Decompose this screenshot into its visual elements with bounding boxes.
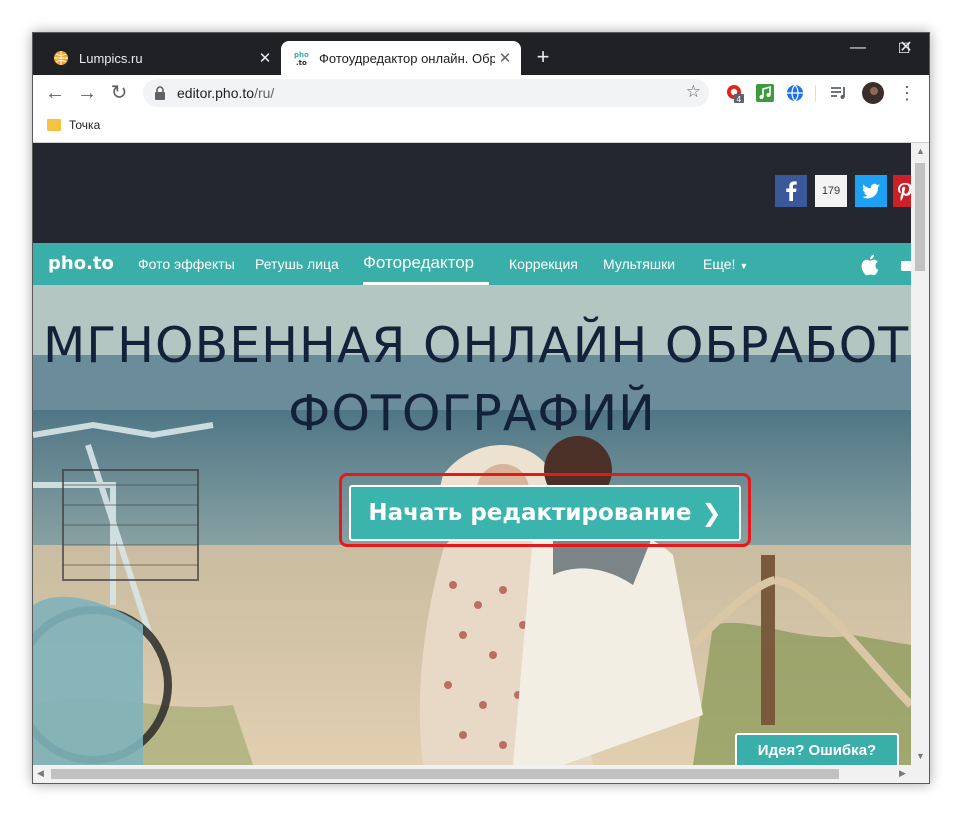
close-tab-icon[interactable]: ✕ bbox=[495, 49, 515, 67]
url-host: editor.pho.to bbox=[177, 85, 255, 101]
horizontal-scrollbar[interactable]: ◀ ▶ bbox=[33, 765, 929, 783]
vertical-scroll-thumb[interactable] bbox=[915, 163, 925, 271]
pinterest-icon bbox=[898, 183, 911, 201]
scroll-right-arrow-icon[interactable]: ▶ bbox=[899, 768, 906, 779]
twitter-icon bbox=[862, 183, 880, 199]
nav-more-label: Еще! bbox=[703, 256, 736, 272]
lock-icon bbox=[155, 86, 165, 100]
chevron-right-icon: ❯ bbox=[701, 499, 722, 527]
tab-title: Фотоудредактор онлайн. Обрезать bbox=[319, 50, 495, 66]
tab-pho-to[interactable]: pho .to Фотоудредактор онлайн. Обрезать … bbox=[281, 41, 521, 75]
reload-icon[interactable]: ↻ bbox=[107, 81, 131, 105]
scroll-up-arrow-icon[interactable]: ▲ bbox=[916, 146, 925, 156]
hero-banner: МГНОВЕННАЯ ОНЛАЙН ОБРАБОТКА ФОТОГРАФИЙ Н… bbox=[33, 285, 911, 765]
new-tab-button[interactable]: + bbox=[531, 45, 555, 69]
bookmarks-bar: Точка bbox=[33, 111, 929, 143]
site-logo[interactable]: pho.to bbox=[48, 253, 114, 274]
bookmark-label: Точка bbox=[69, 118, 101, 132]
minimize-button[interactable]: — bbox=[835, 33, 881, 63]
toolbar-divider bbox=[815, 85, 816, 101]
share-count: 179 bbox=[815, 175, 847, 207]
scroll-left-arrow-icon[interactable]: ◀ bbox=[37, 768, 44, 779]
browser-window: Lumpics.ru ✕ pho .to Фотоудредактор онла… bbox=[32, 32, 930, 784]
feedback-button[interactable]: Идея? Ошибка? bbox=[735, 733, 899, 765]
extension-badge: 4 bbox=[736, 95, 741, 103]
android-icon[interactable] bbox=[899, 255, 911, 275]
vertical-scrollbar[interactable]: ▲ ▼ bbox=[911, 143, 929, 765]
address-bar[interactable]: editor.pho.to/ru/ ☆ bbox=[143, 79, 709, 107]
close-tab-icon[interactable]: ✕ bbox=[255, 49, 275, 67]
bookmark-tochka[interactable]: Точка bbox=[47, 118, 100, 132]
close-window-button[interactable]: ✕ bbox=[883, 33, 929, 63]
forward-arrow-icon[interactable]: → bbox=[75, 81, 99, 105]
url-path: /ru/ bbox=[254, 85, 275, 101]
url-text: editor.pho.to/ru/ bbox=[177, 85, 274, 101]
apple-icon[interactable] bbox=[858, 253, 880, 277]
vpn-globe-extension-icon[interactable] bbox=[785, 83, 805, 103]
photo-to-icon: pho .to bbox=[294, 51, 309, 66]
facebook-share-button[interactable] bbox=[775, 175, 807, 207]
profile-avatar[interactable] bbox=[861, 81, 885, 105]
nav-face-retouch[interactable]: Ретушь лица bbox=[255, 256, 339, 272]
twitter-share-button[interactable] bbox=[855, 175, 887, 207]
site-nav: pho.to Фото эффекты Ретушь лица Фотореда… bbox=[33, 243, 911, 285]
start-editing-button[interactable]: Начать редактирование ❯ bbox=[349, 485, 741, 541]
bookmark-star-icon[interactable]: ☆ bbox=[686, 82, 701, 102]
browser-toolbar: ← → ↻ editor.pho.to/ru/ ☆ 4 ⋮ bbox=[33, 75, 929, 111]
scroll-down-arrow-icon[interactable]: ▼ bbox=[916, 751, 925, 761]
svg-text:.to: .to bbox=[296, 59, 307, 66]
start-editing-label: Начать редактирование bbox=[368, 500, 692, 526]
nav-photo-editor[interactable]: Фоторедактор bbox=[363, 253, 474, 273]
nav-cartoons[interactable]: Мультяшки bbox=[603, 256, 675, 272]
more-menu-icon[interactable]: ⋮ bbox=[895, 81, 919, 105]
nav-photo-effects[interactable]: Фото эффекты bbox=[138, 256, 235, 272]
page-viewport: 179 pho.to Фото эффекты Ретушь лица Фото… bbox=[33, 143, 911, 765]
media-playlist-icon[interactable] bbox=[829, 83, 849, 103]
pinterest-share-button[interactable] bbox=[893, 175, 911, 207]
orange-globe-icon bbox=[54, 51, 68, 65]
caret-down-icon: ▼ bbox=[739, 261, 749, 271]
nav-more[interactable]: Еще! ▼ bbox=[703, 256, 748, 272]
tab-lumpics[interactable]: Lumpics.ru ✕ bbox=[41, 41, 281, 75]
title-bar: Lumpics.ru ✕ pho .to Фотоудредактор онла… bbox=[33, 33, 929, 75]
folder-icon bbox=[47, 119, 61, 131]
svg-text:pho: pho bbox=[294, 51, 309, 59]
facebook-icon bbox=[786, 181, 797, 201]
nav-correction[interactable]: Коррекция bbox=[509, 256, 578, 272]
back-arrow-icon[interactable]: ← bbox=[43, 81, 67, 105]
opera-adblock-extension-icon[interactable]: 4 bbox=[725, 83, 745, 103]
music-extension-icon[interactable] bbox=[755, 83, 775, 103]
hero-title-line1: МГНОВЕННАЯ ОНЛАЙН ОБРАБОТКА bbox=[43, 317, 911, 374]
hero-title-line2: ФОТОГРАФИЙ bbox=[288, 385, 656, 442]
site-top-header: 179 bbox=[33, 143, 911, 243]
tab-title: Lumpics.ru bbox=[79, 50, 143, 66]
horizontal-scroll-thumb[interactable] bbox=[51, 769, 839, 779]
